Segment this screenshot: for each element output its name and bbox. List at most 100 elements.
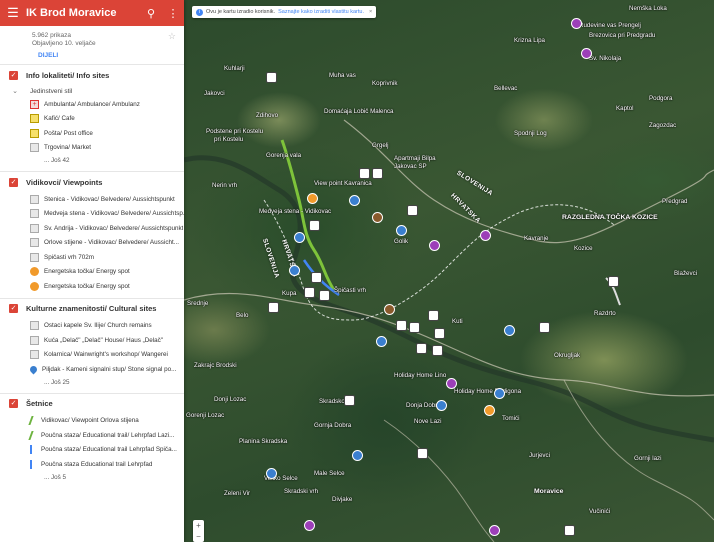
map-marker[interactable] (581, 48, 592, 59)
list-item[interactable]: Kuća „Delač" „Delač" House/ Haus „Delač" (0, 333, 184, 348)
layer-checkbox[interactable]: ✓ (9, 70, 18, 80)
show-more-link[interactable]: ... Još 5 (0, 472, 184, 484)
map-marker[interactable] (309, 220, 320, 231)
map-marker[interactable] (409, 322, 420, 333)
place-label: Muha vas (329, 72, 356, 79)
map-marker[interactable] (311, 272, 322, 283)
map-marker[interactable] (489, 525, 500, 536)
list-item[interactable]: + Ambulanta/ Ambulance/ Ambulanz (0, 97, 184, 112)
list-item[interactable]: Kafić/ Cafe (0, 112, 184, 127)
map-marker[interactable] (446, 378, 457, 389)
map-marker[interactable] (372, 168, 383, 179)
map-marker[interactable] (349, 195, 360, 206)
map-marker[interactable] (304, 520, 315, 531)
viewpoint-icon (30, 252, 39, 262)
list-item[interactable]: Energetska točka/ Energy spot (0, 265, 184, 280)
list-item[interactable]: Poučna staza/ Educational trail/ Lehrpfa… (0, 428, 184, 443)
layer-info-sites: ✓ Info lokaliteti/ Info sites ⌄ Jedinstv… (0, 65, 184, 172)
place-label: Zeleni Vir (224, 490, 251, 497)
map-marker[interactable] (294, 232, 305, 243)
map-marker[interactable] (417, 448, 428, 459)
map-marker[interactable] (396, 320, 407, 331)
map-marker[interactable] (352, 450, 363, 461)
place-label: Tomići (502, 415, 520, 422)
map-marker[interactable] (494, 388, 505, 399)
layer-checkbox[interactable]: ✓ (9, 399, 18, 408)
map-marker[interactable] (384, 304, 395, 315)
star-icon[interactable]: ☆ (168, 32, 176, 41)
map-marker[interactable] (484, 405, 495, 416)
place-label: Gornji lazi (634, 455, 662, 462)
place-label: Podgora (649, 95, 673, 102)
place-label: Nove Lazi (414, 418, 442, 425)
list-item[interactable]: Stenica - Vidikovac/ Belvedere/ Aussicht… (0, 192, 184, 207)
show-more-link[interactable]: ... Još 25 (0, 377, 184, 389)
map-marker[interactable] (432, 345, 443, 356)
map-marker[interactable] (289, 265, 300, 276)
place-label: Donji Lozac (214, 396, 247, 403)
map-marker[interactable] (436, 400, 447, 411)
place-label: Belo (236, 312, 249, 319)
list-item[interactable]: Piljdak - Kameni signalni stup/ Stone si… (0, 362, 184, 377)
map-marker[interactable] (344, 395, 355, 406)
map-marker[interactable] (539, 322, 550, 333)
place-label: Okrugljak (554, 352, 581, 359)
list-item[interactable]: Pošta/ Post office (0, 126, 184, 141)
place-label: Krizna Lipa (514, 37, 545, 44)
chevron-down-icon[interactable]: ⌄ (0, 87, 30, 95)
map-marker[interactable] (416, 343, 427, 354)
map-marker[interactable] (407, 205, 418, 216)
list-item[interactable]: Špičasti vrh 702m (0, 250, 184, 265)
layer-checkbox[interactable]: ✓ (9, 304, 18, 313)
search-icon[interactable]: ⚲ (140, 7, 162, 20)
list-item[interactable]: Poučna staza Educational trail Lehrpfad (0, 457, 184, 472)
map-marker[interactable] (480, 230, 491, 241)
list-item[interactable]: Poučna staza/ Educational trail Lehrpfad… (0, 443, 184, 458)
map-marker[interactable] (319, 290, 330, 301)
map-marker[interactable] (571, 18, 582, 29)
map-marker[interactable] (434, 328, 445, 339)
menu-icon[interactable]: ☰ (0, 5, 26, 21)
satellite-map[interactable]: Nemška Loka Rudevine vas Prengelj Brezov… (184, 0, 714, 542)
place-label: Zdihovo (256, 112, 279, 119)
list-item[interactable]: Orlove stijene - Vidikovac/ Belvedere/ A… (0, 236, 184, 251)
notice-link[interactable]: Saznajte kako izraditi vlastitu kartu. (278, 9, 364, 15)
map-marker[interactable] (359, 168, 370, 179)
map-marker[interactable] (428, 310, 439, 321)
map-marker[interactable] (307, 193, 318, 204)
workshop-icon (30, 350, 39, 360)
close-icon[interactable]: × (369, 9, 372, 15)
map-marker[interactable] (564, 525, 575, 536)
map-marker[interactable] (304, 287, 315, 298)
place-label: Brezovica pri Predgradu (589, 32, 656, 39)
viewpoint-icon (30, 209, 39, 219)
list-item[interactable]: Trgovina/ Market (0, 141, 184, 156)
map-marker[interactable] (608, 276, 619, 287)
show-more-link[interactable]: ... Još 42 (0, 155, 184, 167)
more-vert-icon[interactable]: ⋮ (162, 7, 184, 20)
list-item[interactable]: Kolarnica/ Wainwright's workshop/ Wanger… (0, 348, 184, 363)
view-count: 5.962 prikaza (32, 32, 72, 39)
map-marker[interactable] (396, 225, 407, 236)
map-marker[interactable] (266, 468, 277, 479)
list-item[interactable]: Vidikovac/ Viewpoint Orlova stijena (0, 414, 184, 429)
map-marker[interactable] (266, 72, 277, 83)
share-button[interactable]: DIJELI (38, 52, 184, 60)
map-marker[interactable] (504, 325, 515, 336)
map-marker[interactable] (376, 336, 387, 347)
place-label: Kaptol (616, 105, 634, 112)
map-marker[interactable] (372, 212, 383, 223)
notice-text: Ovu je kartu izradio korisnik. (206, 9, 276, 15)
zoom-out-button[interactable]: − (193, 531, 204, 542)
map-marker[interactable] (268, 302, 279, 313)
place-label: pri Kostelu (214, 136, 244, 143)
list-item[interactable]: Sv. Andrija - Vidikovac/ Belvedere/ Auss… (0, 221, 184, 236)
place-label: Grgelj (372, 142, 389, 149)
place-label: Zakrajc Brodski (194, 362, 237, 369)
list-item[interactable]: Energetska točka/ Energy spot (0, 279, 184, 294)
zoom-in-button[interactable]: + (193, 520, 204, 531)
layer-checkbox[interactable]: ✓ (9, 177, 18, 187)
map-marker[interactable] (429, 240, 440, 251)
list-item[interactable]: Ostaci kapele Sv. Ilije/ Church remains (0, 319, 184, 334)
list-item[interactable]: Medveja stena - Vidikovac/ Belvedere/ Au… (0, 207, 184, 222)
